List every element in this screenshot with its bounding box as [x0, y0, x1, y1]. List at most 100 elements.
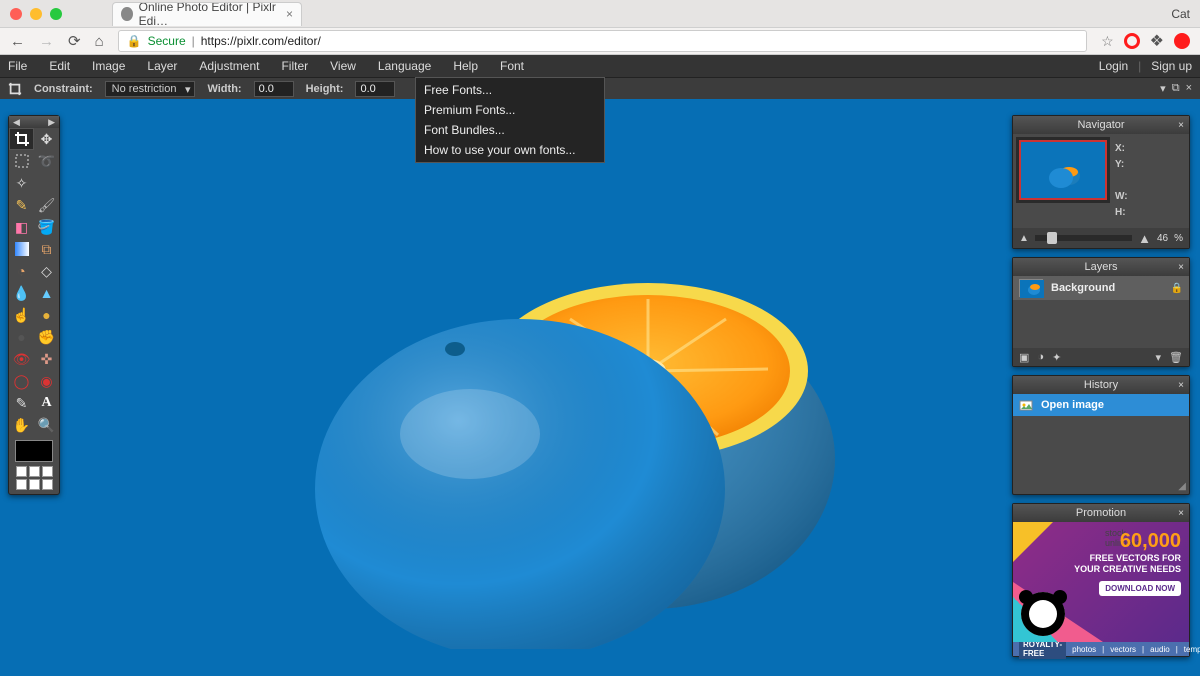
- lock-icon[interactable]: 🔒: [1171, 283, 1183, 294]
- navigator-header[interactable]: Navigator ×: [1013, 116, 1189, 134]
- menu-image[interactable]: Image: [92, 59, 125, 73]
- constraint-select[interactable]: No restriction: [105, 81, 196, 97]
- layers-header[interactable]: Layers ×: [1013, 258, 1189, 276]
- collapse-panels-icon[interactable]: ▾: [1160, 82, 1166, 95]
- close-icon[interactable]: ×: [1178, 262, 1184, 273]
- hand-tool[interactable]: ✋: [9, 414, 34, 436]
- spot-heal-tool[interactable]: ✜: [34, 348, 59, 370]
- reload-button[interactable]: ⟳: [68, 32, 81, 50]
- close-icon[interactable]: ×: [1178, 380, 1184, 391]
- zoom-tool[interactable]: 🔍: [34, 414, 59, 436]
- layers-panel: Layers × Background 🔒 ▣ ◑ ✦ ▾ 🗑: [1012, 257, 1190, 367]
- promo-link[interactable]: photos: [1072, 645, 1096, 654]
- history-header[interactable]: History ×: [1013, 376, 1189, 394]
- menu-adjustment[interactable]: Adjustment: [199, 59, 259, 73]
- promo-line1: FREE VECTORS FOR: [1074, 553, 1181, 564]
- color-replace-tool[interactable]: ◔: [9, 260, 34, 282]
- promo-link[interactable]: audio: [1150, 645, 1170, 654]
- type-tool[interactable]: A: [34, 392, 59, 414]
- font-menu-own[interactable]: How to use your own fonts...: [416, 140, 604, 160]
- red-eye-tool[interactable]: 👁: [9, 348, 34, 370]
- extension-icon[interactable]: [1124, 33, 1140, 49]
- minimize-window-button[interactable]: [30, 8, 42, 20]
- zoom-in-icon[interactable]: ▲: [1138, 231, 1151, 246]
- history-title: History: [1084, 379, 1118, 391]
- clone-stamp-tool[interactable]: ⧉: [34, 238, 59, 260]
- menu-language[interactable]: Language: [378, 59, 431, 73]
- drawing-tool[interactable]: ◇: [34, 260, 59, 282]
- width-input[interactable]: 0.0: [254, 81, 294, 97]
- pencil-tool[interactable]: ✎: [9, 194, 34, 216]
- zoom-slider[interactable]: [1035, 235, 1132, 241]
- paint-bucket-tool[interactable]: 🪣: [34, 216, 59, 238]
- promotion-banner[interactable]: stock unlimited 60,000 FREE VECTORS FOR …: [1013, 522, 1189, 642]
- profile-label[interactable]: Cat: [1171, 7, 1190, 21]
- menu-layer[interactable]: Layer: [147, 59, 177, 73]
- foreground-color-swatch[interactable]: [15, 440, 53, 462]
- layer-styles-icon[interactable]: ✦: [1052, 351, 1061, 364]
- menu-view[interactable]: View: [330, 59, 356, 73]
- color-picker-tool[interactable]: ✎: [9, 392, 34, 414]
- menu-font[interactable]: Font: [500, 59, 524, 73]
- back-button[interactable]: ←: [10, 33, 25, 50]
- extension-icon[interactable]: [1174, 33, 1190, 49]
- blur-tool[interactable]: 💧: [9, 282, 34, 304]
- address-bar[interactable]: 🔒 Secure | https://pixlr.com/editor/: [118, 30, 1087, 52]
- gradient-tool[interactable]: [9, 238, 34, 260]
- delete-layer-icon[interactable]: 🗑: [1169, 351, 1183, 364]
- font-menu-free[interactable]: Free Fonts...: [416, 80, 604, 100]
- wand-tool[interactable]: ✧: [9, 172, 34, 194]
- expand-window-icon[interactable]: ⧉: [1172, 82, 1180, 95]
- sharpen-tool[interactable]: ▲: [34, 282, 59, 304]
- lasso-tool[interactable]: ➰: [34, 150, 59, 172]
- toolbox-grip[interactable]: ◀▶: [9, 116, 59, 128]
- smudge-tool[interactable]: ☝: [9, 304, 34, 326]
- bookmark-star-icon[interactable]: ☆: [1101, 33, 1114, 50]
- pinch-tool[interactable]: ◉: [34, 370, 59, 392]
- promo-link[interactable]: vectors: [1110, 645, 1136, 654]
- layer-merge-icon[interactable]: ▾: [1156, 351, 1162, 364]
- new-layer-icon[interactable]: ▣: [1019, 351, 1029, 364]
- close-window-button[interactable]: [10, 8, 22, 20]
- layer-thumbnail[interactable]: [1019, 279, 1043, 297]
- swatch-presets[interactable]: [16, 466, 53, 490]
- brush-tool[interactable]: 🖌: [34, 194, 59, 216]
- eraser-tool[interactable]: ◧: [9, 216, 34, 238]
- maximize-window-button[interactable]: [50, 8, 62, 20]
- marquee-tool[interactable]: [9, 150, 34, 172]
- promo-link[interactable]: templates: [1184, 645, 1200, 654]
- close-icon[interactable]: ×: [1178, 508, 1184, 519]
- macos-titlebar: Online Photo Editor | Pixlr Edi… × Cat: [0, 0, 1200, 28]
- browser-tab[interactable]: Online Photo Editor | Pixlr Edi… ×: [112, 2, 302, 26]
- navigator-thumbnail[interactable]: [1019, 140, 1107, 200]
- bloat-tool[interactable]: ◯: [9, 370, 34, 392]
- height-input[interactable]: 0.0: [355, 81, 395, 97]
- forward-button[interactable]: →: [39, 33, 54, 50]
- close-tab-icon[interactable]: ×: [286, 7, 293, 21]
- zoom-out-icon[interactable]: ▲: [1019, 233, 1029, 244]
- history-item[interactable]: Open image: [1013, 394, 1189, 416]
- login-link[interactable]: Login: [1099, 59, 1128, 73]
- layer-row[interactable]: Background 🔒: [1013, 276, 1189, 300]
- menu-filter[interactable]: Filter: [281, 59, 308, 73]
- evernote-extension-icon[interactable]: ❖: [1150, 31, 1164, 51]
- close-options-icon[interactable]: ×: [1186, 82, 1192, 95]
- signup-link[interactable]: Sign up: [1151, 59, 1192, 73]
- toolbox-panel[interactable]: ◀▶ ✥➰✧✎🖌◧🪣⧉◔◇💧▲☝●●✊👁✜◯◉✎A✋🔍: [8, 115, 60, 495]
- promotion-header[interactable]: Promotion ×: [1013, 504, 1189, 522]
- resize-handle-icon[interactable]: ◢: [1178, 481, 1186, 492]
- layer-mask-icon[interactable]: ◑: [1037, 351, 1044, 363]
- move-tool[interactable]: ✥: [34, 128, 59, 150]
- download-now-button[interactable]: DOWNLOAD NOW: [1099, 581, 1181, 596]
- menu-edit[interactable]: Edit: [49, 59, 70, 73]
- menu-help[interactable]: Help: [453, 59, 478, 73]
- menu-file[interactable]: File: [8, 59, 27, 73]
- font-menu-bundles[interactable]: Font Bundles...: [416, 120, 604, 140]
- dodge-tool[interactable]: ●: [9, 326, 34, 348]
- sponge-tool[interactable]: ●: [34, 304, 59, 326]
- crop-tool[interactable]: [9, 128, 34, 150]
- home-button[interactable]: ⌂: [95, 33, 104, 50]
- close-icon[interactable]: ×: [1178, 120, 1184, 131]
- font-menu-premium[interactable]: Premium Fonts...: [416, 100, 604, 120]
- burn-tool[interactable]: ✊: [34, 326, 59, 348]
